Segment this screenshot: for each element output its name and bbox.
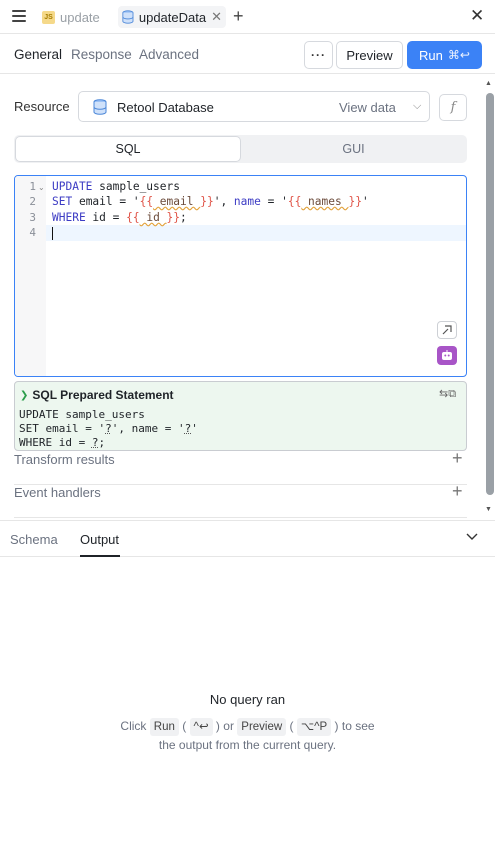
mode-toggle: SQL GUI	[14, 135, 467, 163]
editor-gutter: 1 ⌄ 2 3 4	[15, 176, 46, 376]
run-shortcut: ⌘↩	[447, 48, 470, 62]
view-data-link[interactable]: View data	[339, 100, 396, 115]
run-button[interactable]: Run ⌘↩	[407, 41, 482, 69]
line-number: 3	[29, 211, 36, 224]
preview-shortcut-kbd: ⌥^P	[296, 718, 332, 736]
line-number: 4	[29, 226, 36, 239]
more-options-button[interactable]: ···	[304, 41, 333, 69]
event-handlers-title: Event handlers	[14, 485, 101, 500]
prepared-statement-toggle[interactable]: ❯ SQL Prepared Statement	[20, 388, 174, 402]
transform-results-section[interactable]: Transform results +	[14, 449, 467, 485]
active-tab-indicator	[80, 555, 120, 557]
bottom-panel-tabs: Schema Output	[0, 520, 495, 557]
prepared-line-2: SET email = '?', name = '?'	[19, 422, 198, 435]
mode-sql[interactable]: SQL	[16, 137, 240, 161]
chevron-down-icon: ⌵	[413, 100, 422, 112]
js-icon: JS	[42, 10, 55, 24]
prepared-statement-title: SQL Prepared Statement	[32, 388, 174, 402]
sql-editor[interactable]: 1 ⌄ 2 3 4 UPDATE sample_users SET email …	[14, 175, 467, 377]
event-handlers-section[interactable]: Event handlers +	[14, 482, 467, 518]
ai-assistant-icon[interactable]	[437, 346, 457, 365]
database-icon	[93, 99, 107, 115]
query-tab-bar: JS update updateData ✕ + ✕	[0, 0, 495, 34]
code-line-2: SET email = '{{ email }}', name = '{{ na…	[52, 195, 369, 208]
empty-state-description: Click Run ( ^↩ ) or Preview ( ⌥^P ) to s…	[120, 718, 375, 752]
resource-label: Resource	[14, 99, 70, 114]
scroll-down-arrow[interactable]: ▼	[485, 506, 492, 513]
active-line-highlight	[46, 225, 466, 241]
scroll-up-arrow[interactable]: ▲	[485, 80, 492, 87]
prepared-line-1: UPDATE sample_users	[19, 408, 145, 421]
line-number: 2	[29, 195, 36, 208]
preview-button[interactable]: Preview	[336, 41, 403, 69]
database-icon	[122, 10, 134, 24]
menu-icon[interactable]	[12, 10, 26, 22]
prepared-line-3: WHERE id = ?;	[19, 436, 106, 449]
preview-kbd: Preview	[237, 718, 287, 736]
tab-schema[interactable]: Schema	[10, 532, 58, 547]
tab-updatedata-label: updateData	[138, 9, 207, 25]
mode-gui[interactable]: GUI	[242, 137, 465, 161]
prepared-statement-panel: ❯ SQL Prepared Statement ⇆⧉ UPDATE sampl…	[14, 381, 467, 451]
fx-button[interactable]: f	[439, 94, 467, 121]
text-cursor	[52, 227, 53, 240]
chevron-right-icon: ❯	[20, 389, 29, 401]
empty-state-title: No query ran	[209, 692, 286, 707]
run-kbd: Run	[149, 718, 179, 736]
line-number: 1	[29, 180, 36, 193]
run-shortcut-kbd: ^↩	[189, 718, 213, 736]
code-line-1: UPDATE sample_users	[52, 180, 180, 193]
code-line-3: WHERE id = {{ id }};	[52, 211, 187, 224]
add-icon[interactable]: +	[452, 449, 463, 467]
scrollbar-thumb[interactable]	[486, 93, 494, 495]
resource-name: Retool Database	[117, 100, 214, 115]
close-tab-icon[interactable]: ✕	[211, 9, 222, 25]
tab-advanced[interactable]: Advanced	[139, 47, 199, 62]
fold-icon[interactable]: ⌄	[38, 183, 45, 192]
chevron-down-icon[interactable]	[466, 530, 478, 542]
transform-results-title: Transform results	[14, 452, 115, 467]
copy-icon[interactable]: ⇆⧉	[439, 387, 456, 401]
tab-output[interactable]: Output	[80, 532, 119, 547]
tab-response[interactable]: Response	[71, 47, 132, 62]
tab-updatedata[interactable]: updateData ✕	[118, 6, 226, 28]
tab-general[interactable]: General	[14, 47, 62, 62]
run-button-label: Run	[419, 47, 443, 63]
tab-update-label: update	[60, 9, 100, 25]
add-icon[interactable]: +	[452, 482, 463, 500]
close-panel-icon[interactable]: ✕	[470, 7, 484, 25]
add-tab-icon[interactable]: +	[233, 7, 244, 25]
resource-select[interactable]: Retool Database View data ⌵	[78, 91, 430, 122]
expand-editor-icon[interactable]	[437, 321, 457, 339]
tab-update[interactable]: JS update	[42, 6, 100, 28]
